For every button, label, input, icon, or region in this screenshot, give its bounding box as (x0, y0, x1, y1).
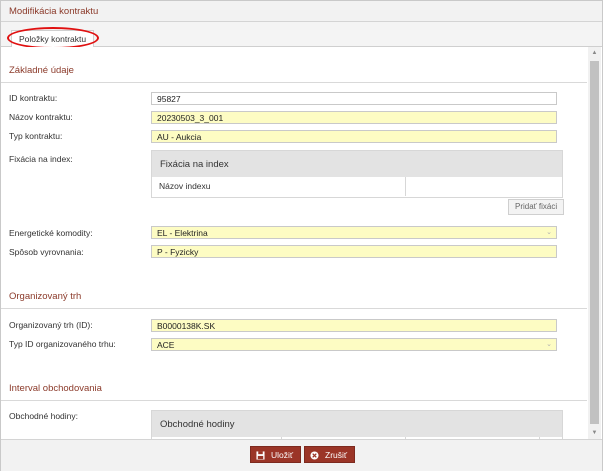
market-id-label: Organizovaný trh (ID): (9, 320, 93, 330)
section-divider (1, 308, 587, 309)
index-name-column[interactable]: Názov indexu (152, 177, 406, 196)
contract-type-label: Typ kontraktu: (9, 131, 63, 141)
market-id-type-value: ACE (157, 340, 175, 350)
add-fixation-button[interactable]: Pridať fixáci (508, 199, 565, 215)
section-title-basic: Základné údaje (9, 65, 74, 76)
trading-hours-table: Obchodné hodiny (151, 410, 563, 439)
scroll-up-arrow-icon[interactable]: ▲ (588, 47, 601, 59)
save-button-label: Uložiť (271, 450, 294, 460)
save-button[interactable]: Uložiť (250, 446, 302, 463)
settlement-method-field[interactable]: P - Fyzicky (151, 245, 557, 258)
energy-commodity-select[interactable]: EL - Elektrina ⌄ (151, 226, 557, 239)
index-table-header: Fixácia na index (152, 151, 562, 177)
market-id-type-select[interactable]: ACE ⌄ (151, 338, 557, 351)
contract-name-field[interactable]: 20230503_3_001 (151, 111, 557, 124)
contract-name-label: Názov kontraktu: (9, 112, 73, 122)
index-fixation-label: Fixácia na index: (9, 154, 73, 164)
contract-id-field[interactable]: 95827 (151, 92, 557, 105)
window-titlebar: Modifikácia kontraktu (1, 1, 602, 22)
index-table-title: Fixácia na index (160, 159, 229, 170)
contract-id-label: ID kontraktu: (9, 93, 58, 103)
close-circle-icon (310, 451, 319, 460)
hours-table-header: Obchodné hodiny (152, 411, 562, 437)
hours-table-title: Obchodné hodiny (160, 419, 235, 430)
index-table-empty-column (406, 177, 562, 196)
vertical-scrollbar[interactable]: ▲ ▼ (588, 47, 601, 439)
form-content: Základné údaje ID kontraktu: 95827 Názov… (1, 47, 587, 439)
scroll-down-arrow-icon[interactable]: ▼ (588, 427, 601, 439)
market-id-field[interactable]: B0000138K.SK (151, 319, 557, 332)
section-divider (1, 400, 587, 401)
cancel-button-label: Zrušiť (325, 450, 348, 460)
trading-hours-label: Obchodné hodiny: (9, 411, 78, 421)
scrollbar-thumb[interactable] (590, 61, 599, 424)
index-fixation-table: Fixácia na index Názov indexu (151, 150, 563, 198)
energy-commodity-label: Energetické komodity: (9, 228, 93, 238)
chevron-down-icon: ⌄ (546, 341, 552, 348)
contract-type-field[interactable]: AU - Aukcia (151, 130, 557, 143)
tab-highlight-ring (7, 27, 99, 49)
section-title-market: Organizovaný trh (9, 291, 82, 302)
section-title-interval: Interval obchodovania (9, 383, 102, 394)
market-id-type-label: Typ ID organizovaného trhu: (9, 339, 116, 349)
dialog-footer: Uložiť Zrušiť (1, 439, 602, 471)
floppy-disk-icon (256, 451, 265, 460)
cancel-button[interactable]: Zrušiť (304, 446, 356, 463)
settlement-method-label: Spôsob vyrovnania: (9, 247, 84, 257)
chevron-down-icon: ⌄ (546, 229, 552, 236)
modal-window: Modifikácia kontraktu Položky kontraktu … (0, 0, 603, 471)
energy-commodity-value: EL - Elektrina (157, 228, 208, 238)
section-divider (1, 82, 587, 83)
window-title: Modifikácia kontraktu (9, 6, 99, 17)
